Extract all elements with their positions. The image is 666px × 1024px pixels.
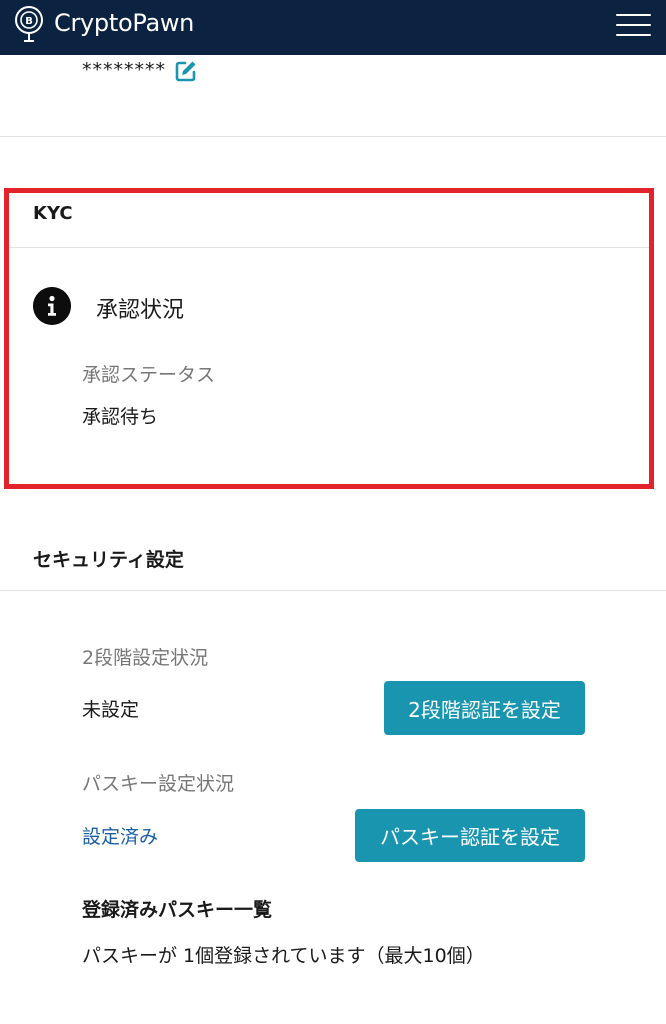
- approval-status-label: 承認ステータス: [82, 364, 216, 386]
- security-title-divider: [0, 590, 666, 591]
- brand-name[interactable]: CryptoPawn: [54, 9, 194, 37]
- setup-two-factor-button[interactable]: 2段階認証を設定: [384, 681, 585, 735]
- edit-pencil-icon[interactable]: [174, 59, 198, 83]
- passkey-status-label: パスキー設定状況: [82, 773, 235, 795]
- two-factor-status-value: 未設定: [82, 699, 140, 721]
- section-divider: [0, 136, 666, 137]
- kyc-section-title: KYC: [33, 203, 73, 224]
- passkey-status-value[interactable]: 設定済み: [82, 822, 158, 849]
- registered-passkeys-title: 登録済みパスキー一覧: [82, 899, 273, 921]
- approval-status-heading: 承認状況: [96, 298, 185, 323]
- setup-passkey-button[interactable]: パスキー認証を設定: [355, 809, 585, 862]
- registered-passkeys-count: パスキーが 1個登録されています（最大10個）: [82, 945, 485, 967]
- svg-text:B: B: [25, 16, 33, 27]
- two-factor-status-label: 2段階設定状況: [82, 647, 209, 669]
- pawn-coin-logo-icon[interactable]: B: [12, 4, 46, 44]
- kyc-title-divider: [9, 247, 649, 248]
- kyc-highlight-frame: [4, 188, 654, 489]
- approval-status-value: 承認待ち: [82, 406, 159, 428]
- info-icon: [33, 287, 71, 325]
- hamburger-menu-icon[interactable]: [616, 12, 651, 38]
- security-settings-title: セキュリティ設定: [33, 549, 184, 571]
- password-mask: ********: [82, 59, 166, 81]
